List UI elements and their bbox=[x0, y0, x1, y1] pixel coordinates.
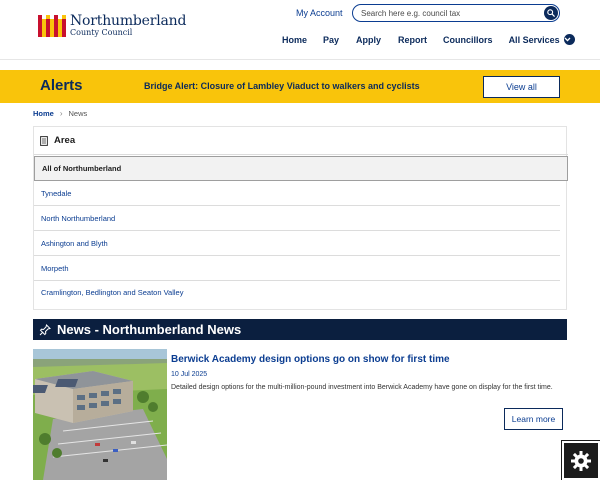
logo-title: Northumberland bbox=[70, 13, 187, 29]
area-item-ashington-and-blyth[interactable]: Ashington and Blyth bbox=[34, 231, 568, 256]
logo-subtitle: County Council bbox=[70, 28, 133, 37]
council-logo[interactable]: Northumberland County Council bbox=[38, 14, 186, 37]
breadcrumb: Home › News bbox=[33, 109, 87, 118]
main-nav: Home Pay Apply Report Councillors All Se… bbox=[282, 34, 575, 45]
nav-councillors[interactable]: Councillors bbox=[443, 35, 493, 45]
search-icon bbox=[547, 9, 555, 17]
document-icon bbox=[40, 135, 48, 146]
area-item-label: North Northumberland bbox=[41, 214, 116, 223]
gear-icon bbox=[571, 450, 591, 471]
nav-report[interactable]: Report bbox=[398, 35, 427, 45]
area-title: Area bbox=[54, 135, 76, 146]
pin-icon bbox=[39, 323, 51, 335]
nav-all-services[interactable]: All Services bbox=[509, 34, 575, 45]
search-box bbox=[352, 4, 560, 22]
area-filter-panel: Area All of Northumberland Tynedale Nort… bbox=[33, 126, 568, 310]
news-section-title: News - Northumberland News bbox=[57, 322, 242, 337]
news-item-image[interactable] bbox=[33, 349, 167, 480]
nav-apply[interactable]: Apply bbox=[356, 35, 381, 45]
news-item-headline[interactable]: Berwick Academy design options go on sho… bbox=[171, 354, 450, 365]
area-header: Area bbox=[40, 135, 75, 146]
area-item-label: Cramlington, Bedlington and Seaton Valle… bbox=[41, 288, 184, 297]
search-input[interactable] bbox=[361, 7, 541, 19]
news-section-header: News - Northumberland News bbox=[33, 319, 567, 340]
area-item-label: Morpeth bbox=[41, 264, 69, 273]
nav-home[interactable]: Home bbox=[282, 35, 307, 45]
alert-message-link[interactable]: Bridge Alert: Closure of Lambley Viaduct… bbox=[144, 81, 420, 91]
search-button[interactable] bbox=[544, 6, 558, 20]
area-item-tynedale[interactable]: Tynedale bbox=[34, 181, 568, 206]
chevron-right-icon: › bbox=[59, 109, 63, 118]
area-item-north-northumberland[interactable]: North Northumberland bbox=[34, 206, 568, 231]
settings-button[interactable] bbox=[561, 440, 600, 480]
view-all-alerts-button[interactable]: View all bbox=[483, 76, 560, 98]
site-header: Northumberland County Council My Account… bbox=[0, 0, 600, 60]
breadcrumb-home[interactable]: Home bbox=[33, 109, 54, 118]
breadcrumb-current: News bbox=[68, 109, 88, 118]
my-account-link[interactable]: My Account bbox=[296, 8, 343, 18]
alerts-title: Alerts bbox=[40, 77, 83, 94]
nav-pay[interactable]: Pay bbox=[323, 35, 339, 45]
news-item-description: Detailed design options for the multi-mi… bbox=[171, 384, 553, 391]
learn-more-button[interactable]: Learn more bbox=[504, 408, 563, 430]
area-item-label: Tynedale bbox=[41, 189, 72, 198]
area-item-cramlington[interactable]: Cramlington, Bedlington and Seaton Valle… bbox=[34, 280, 568, 305]
nav-all-services-label: All Services bbox=[508, 34, 560, 45]
area-item-all-of-northumberland[interactable]: All of Northumberland bbox=[34, 156, 568, 181]
area-item-morpeth[interactable]: Morpeth bbox=[34, 256, 568, 281]
chevron-down-icon bbox=[563, 34, 575, 45]
news-item-date: 10 Jul 2025 bbox=[171, 371, 208, 378]
divider bbox=[34, 154, 568, 155]
logo-crest-icon bbox=[38, 14, 66, 37]
area-item-label: Ashington and Blyth bbox=[41, 239, 108, 248]
